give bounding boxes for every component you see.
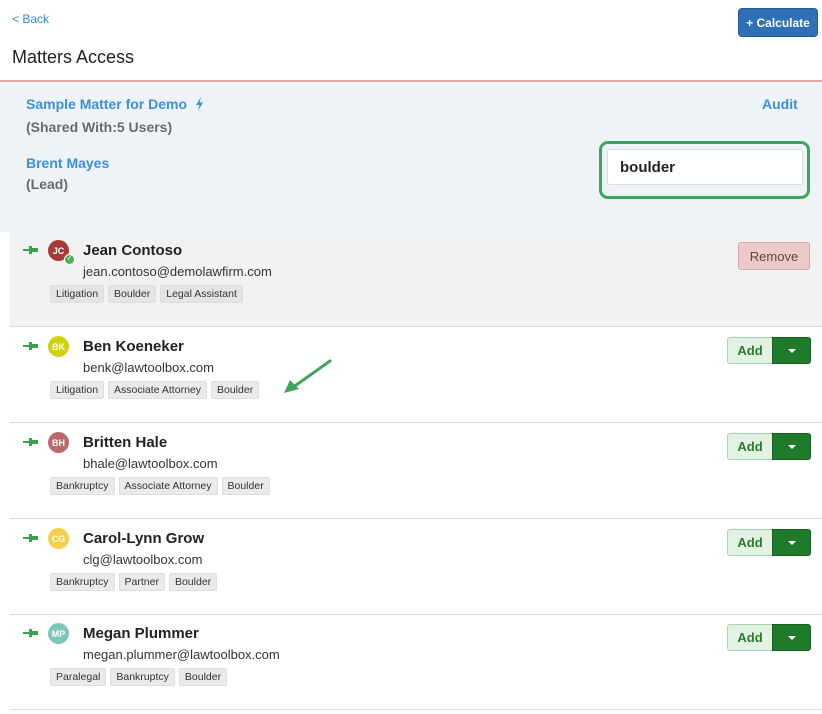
user-tag: Boulder bbox=[178, 668, 228, 686]
add-button-group: Add bbox=[727, 529, 811, 556]
add-options-dropdown[interactable] bbox=[772, 624, 811, 651]
user-email: benk@lawtoolbox.com bbox=[83, 360, 214, 375]
pin-icon[interactable] bbox=[23, 341, 39, 351]
matter-name-label: Sample Matter for Demo bbox=[26, 96, 188, 112]
add-button-group: Add bbox=[727, 337, 811, 364]
pin-icon[interactable] bbox=[23, 628, 39, 638]
user-email: jean.contoso@demolawfirm.com bbox=[83, 264, 272, 279]
search-input[interactable] bbox=[607, 149, 803, 185]
pin-icon[interactable] bbox=[23, 245, 39, 255]
user-email: clg@lawtoolbox.com bbox=[83, 552, 203, 567]
user-tag: Boulder bbox=[211, 381, 260, 399]
add-button-group: Add bbox=[727, 624, 811, 651]
user-tag: Boulder bbox=[108, 285, 157, 303]
avatar-initials: JC bbox=[52, 245, 65, 256]
add-user-button[interactable]: Add bbox=[727, 624, 772, 651]
caret-down-icon bbox=[787, 635, 796, 640]
add-options-dropdown[interactable] bbox=[772, 433, 811, 460]
user-email: megan.plummer@lawtoolbox.com bbox=[83, 647, 280, 662]
user-row: BK Ben Koeneker benk@lawtoolbox.com Liti… bbox=[10, 328, 822, 423]
user-tags: Bankruptcy Associate Attorney Boulder bbox=[50, 477, 270, 495]
add-options-dropdown[interactable] bbox=[772, 529, 811, 556]
user-tag: Legal Assistant bbox=[160, 285, 243, 303]
user-name: Ben Koeneker bbox=[83, 338, 184, 355]
avatar: MP bbox=[48, 623, 69, 644]
add-options-dropdown[interactable] bbox=[772, 337, 811, 364]
caret-down-icon bbox=[787, 348, 796, 353]
avatar-initials: MP bbox=[51, 628, 66, 639]
verified-check-icon: ✓ bbox=[64, 254, 75, 265]
shared-with-count: (Shared With:5 Users) bbox=[26, 119, 173, 135]
user-name: Megan Plummer bbox=[83, 625, 199, 642]
user-name: Britten Hale bbox=[83, 434, 168, 451]
user-row: JC ✓ Jean Contoso jean.contoso@demolawfi… bbox=[10, 232, 822, 327]
user-row: MP Megan Plummer megan.plummer@lawtoolbo… bbox=[10, 615, 822, 710]
annotation-arrow bbox=[284, 359, 332, 393]
user-tag: Boulder bbox=[221, 477, 270, 495]
avatar: BH bbox=[48, 432, 69, 453]
user-row: CG Carol-Lynn Grow clg@lawtoolbox.com Ba… bbox=[10, 520, 822, 615]
avatar: CG bbox=[48, 528, 69, 549]
header-bar: < Back Matters Access + Calculate bbox=[0, 0, 822, 82]
user-tag: Associate Attorney bbox=[108, 381, 207, 399]
caret-down-icon bbox=[787, 444, 796, 449]
page-title: Matters Access bbox=[12, 47, 135, 67]
remove-user-button[interactable]: Remove bbox=[738, 242, 810, 270]
calculate-button[interactable]: + Calculate bbox=[738, 8, 818, 37]
back-link[interactable]: < Back bbox=[12, 12, 49, 26]
pin-icon[interactable] bbox=[23, 533, 39, 543]
user-tags: Bankruptcy Partner Boulder bbox=[50, 573, 218, 591]
lead-role-label: (Lead) bbox=[26, 176, 68, 192]
user-email: bhale@lawtoolbox.com bbox=[83, 456, 218, 471]
add-user-button[interactable]: Add bbox=[727, 433, 772, 460]
user-tag: Bankruptcy bbox=[50, 477, 115, 495]
user-tag: Bankruptcy bbox=[110, 668, 175, 686]
avatar-initials: CG bbox=[51, 533, 66, 544]
avatar-initials: BK bbox=[52, 341, 65, 352]
avatar: BK bbox=[48, 336, 69, 357]
pin-icon[interactable] bbox=[23, 437, 39, 447]
user-tag: Boulder bbox=[168, 573, 218, 591]
user-name: Jean Contoso bbox=[83, 242, 183, 259]
add-button-group: Add bbox=[727, 433, 811, 460]
matter-name-link[interactable]: Sample Matter for Demo bbox=[26, 96, 204, 112]
lead-name-link[interactable]: Brent Mayes bbox=[26, 155, 109, 171]
user-tags: Paralegal Bankruptcy Boulder bbox=[50, 668, 228, 686]
user-tag: Partner bbox=[118, 573, 165, 591]
user-tag: Bankruptcy bbox=[50, 573, 115, 591]
user-tag: Litigation bbox=[50, 381, 105, 399]
user-tag: Associate Attorney bbox=[118, 477, 218, 495]
user-tag: Litigation bbox=[50, 285, 105, 303]
caret-down-icon bbox=[787, 540, 796, 545]
avatar-initials: BH bbox=[52, 437, 65, 448]
add-user-button[interactable]: Add bbox=[727, 337, 772, 364]
user-tags: Litigation Boulder Legal Assistant bbox=[50, 285, 243, 303]
user-row: BH Britten Hale bhale@lawtoolbox.com Ban… bbox=[10, 424, 822, 519]
add-user-button[interactable]: Add bbox=[727, 529, 772, 556]
user-tag: Paralegal bbox=[50, 668, 107, 686]
audit-link[interactable]: Audit bbox=[762, 96, 798, 112]
user-tags: Litigation Associate Attorney Boulder bbox=[50, 381, 260, 399]
bolt-icon bbox=[195, 97, 203, 111]
user-name: Carol-Lynn Grow bbox=[83, 530, 205, 547]
